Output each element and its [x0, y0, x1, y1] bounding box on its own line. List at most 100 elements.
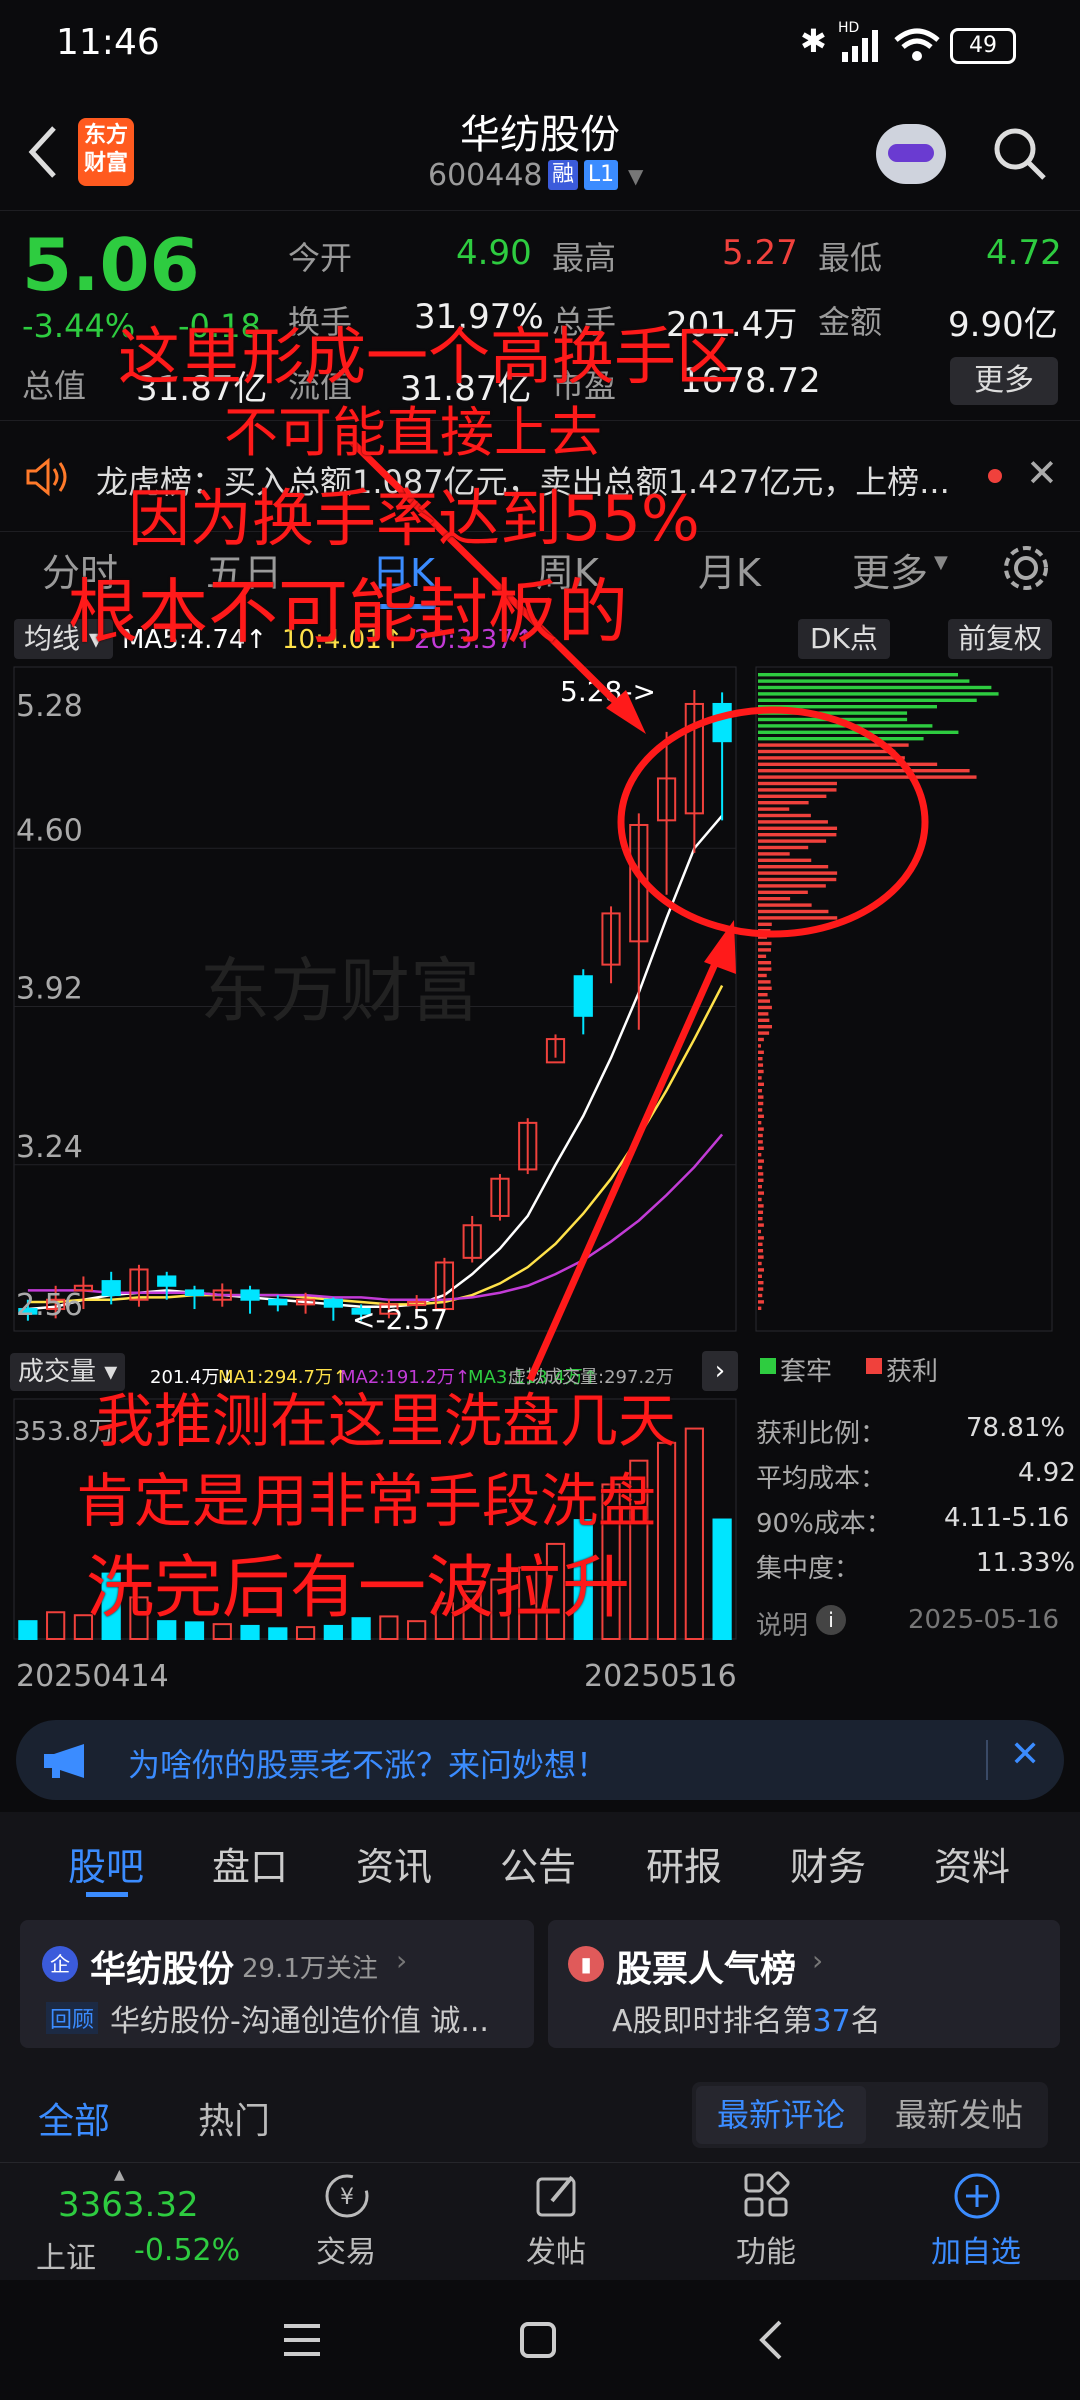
- ranking-chart-icon: ▮: [568, 1946, 604, 1982]
- nav-trade[interactable]: ¥ 交易: [276, 2163, 416, 2281]
- chip-bar: [758, 1101, 764, 1106]
- tab-research[interactable]: 研报: [646, 1836, 722, 1891]
- battery-icon: 49: [950, 28, 1016, 64]
- nav-function[interactable]: 功能: [696, 2163, 836, 2281]
- stock-header: 东方 财富 华纺股份 600448 融 L1 ▼: [0, 90, 1080, 210]
- tab-profile[interactable]: 资料: [934, 1836, 1010, 1891]
- chip-bar: [758, 833, 837, 837]
- candle-body: [712, 702, 732, 743]
- tab-guba[interactable]: 股吧: [68, 1836, 144, 1891]
- sort-latest-post[interactable]: 最新发帖: [874, 2086, 1044, 2144]
- search-icon[interactable]: [990, 124, 1050, 184]
- chip-bar: [758, 999, 771, 1003]
- tab-more[interactable]: 更多: [852, 542, 928, 597]
- ask-banner[interactable]: 为啥你的股票老不涨？来问妙想！ ✕: [16, 1720, 1064, 1800]
- robot-assistant-icon[interactable]: [876, 124, 946, 184]
- tab-pankou[interactable]: 盘口: [212, 1836, 288, 1891]
- tab-finance[interactable]: 财务: [790, 1836, 866, 1891]
- chip-note-label[interactable]: 说明: [756, 1605, 808, 1642]
- ma-lines: [27, 814, 724, 1311]
- tab-news[interactable]: 资讯: [356, 1836, 432, 1891]
- chart-watermark: 东方财富: [200, 950, 480, 1032]
- chip-bar: [758, 1261, 762, 1266]
- chip-bar: [758, 1153, 762, 1157]
- chip-bar: [758, 756, 905, 760]
- svg-text:¥: ¥: [340, 2185, 354, 2210]
- home-icon[interactable]: [516, 2318, 560, 2362]
- tab-monthly-k[interactable]: 月K: [698, 542, 761, 597]
- profit-legend-swatch: [866, 1358, 882, 1374]
- candle-body: [240, 1289, 260, 1301]
- card-follow-count: 29.1万关注: [242, 1954, 378, 1984]
- open-label: 今开: [288, 239, 353, 277]
- chip-bar: [758, 1197, 762, 1202]
- index-change: -0.52%: [134, 2233, 241, 2268]
- popularity-card[interactable]: ▮ 股票人气榜 › A股即时排名第37名: [548, 1920, 1060, 2048]
- sort-latest-comment[interactable]: 最新评论: [696, 2086, 866, 2144]
- chip-bar: [758, 1223, 764, 1227]
- stock-code: 600448: [428, 158, 543, 193]
- chip-bar: [758, 954, 767, 958]
- info-icon[interactable]: i: [816, 1605, 846, 1635]
- guba-tab-indicator: [86, 1892, 128, 1897]
- dk-point-button[interactable]: DK点: [798, 619, 890, 659]
- annotation-text: 肯定是用非常手段洗盘: [76, 1467, 657, 1535]
- trap-legend-label: 套牢: [780, 1357, 833, 1387]
- menu-icon[interactable]: [280, 2320, 324, 2360]
- chip-bar: [758, 1274, 762, 1278]
- chip-bar: [758, 1165, 763, 1170]
- chip-bar: [758, 986, 772, 990]
- close-icon[interactable]: ✕: [1026, 451, 1058, 495]
- filter-hot[interactable]: 热门: [198, 2092, 270, 2144]
- popularity-title: 股票人气榜: [616, 1949, 797, 1990]
- company-icon: 企: [42, 1946, 78, 1982]
- volume-bar: [18, 1620, 38, 1641]
- banner-close-icon[interactable]: ✕: [1010, 1734, 1040, 1775]
- chip-bar: [758, 961, 772, 965]
- open-value: 4.90: [456, 233, 532, 273]
- grid-icon: [744, 2171, 790, 2217]
- back-nav-icon[interactable]: [752, 2318, 792, 2362]
- code-dropdown-icon[interactable]: ▼: [628, 164, 643, 188]
- adjust-button[interactable]: 前复权: [948, 619, 1053, 659]
- expand-right-icon[interactable]: ›: [702, 1351, 738, 1391]
- chip-bar: [758, 858, 812, 862]
- chip-bar: [758, 801, 809, 805]
- chip-bar: [758, 845, 809, 850]
- nav-post[interactable]: 发帖: [486, 2163, 626, 2281]
- nav-function-label: 功能: [736, 2235, 796, 2270]
- chevron-right-icon: ›: [812, 1944, 824, 1977]
- chip-bar: [758, 1300, 764, 1304]
- more-quote-button[interactable]: 更多: [950, 357, 1058, 405]
- stock-community-card[interactable]: 企 华纺股份 29.1万关注 › 回顾 华纺股份-沟通创造价值 诚...: [20, 1920, 534, 2048]
- tab-announcements[interactable]: 公告: [500, 1836, 576, 1891]
- banner-text: 为啥你的股票老不涨？来问妙想！: [128, 1746, 609, 1784]
- chip-bar: [758, 679, 970, 683]
- battery-level: 49: [969, 33, 997, 58]
- chip-bar: [758, 1114, 764, 1118]
- card-stock-title: 华纺股份: [90, 1949, 235, 1990]
- settings-gear-icon[interactable]: [1000, 542, 1052, 594]
- amount-value: 9.90亿: [948, 305, 1058, 345]
- nav-add-watchlist[interactable]: 加自选: [906, 2163, 1046, 2281]
- chip-bar: [758, 967, 772, 971]
- chip-frame: [755, 666, 1053, 1332]
- chip-bar: [758, 1012, 769, 1016]
- chip-bar: [758, 807, 790, 811]
- chip-bar: [758, 980, 771, 984]
- volume-bar: [656, 1441, 677, 1640]
- banner-divider: [986, 1740, 988, 1780]
- chip-date: 2025-05-16: [908, 1605, 1060, 1635]
- caret-up-icon: ▲: [114, 2167, 125, 2183]
- end-date-label: 20250516: [584, 1659, 737, 1694]
- high-value: 5.27: [722, 233, 798, 273]
- chip-bar: [758, 1281, 764, 1285]
- chip-bar: [758, 941, 772, 946]
- chip-bar: [758, 1121, 762, 1125]
- candle-body: [184, 1289, 205, 1297]
- filter-all[interactable]: 全部: [38, 2092, 110, 2144]
- chip-bar: [758, 1076, 762, 1080]
- index-ticker[interactable]: ▲ 3363.32 上证 -0.52%: [0, 2163, 250, 2281]
- system-nav-bar: [0, 2280, 1080, 2400]
- chip-bar: [758, 877, 837, 882]
